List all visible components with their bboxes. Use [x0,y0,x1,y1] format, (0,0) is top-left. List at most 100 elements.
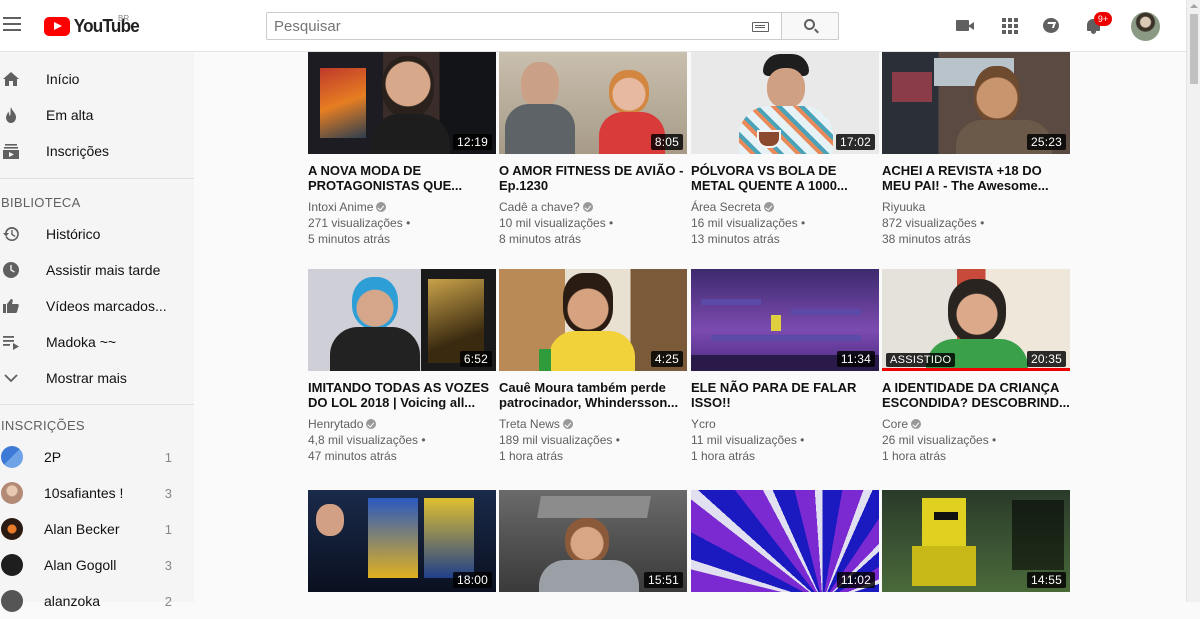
thumbnail-face [521,62,559,108]
video-thumbnail[interactable]: 4:25 [499,269,687,371]
scrollbar-thumb[interactable] [1190,14,1198,84]
verified-check-icon [911,419,922,429]
video-channel[interactable]: Riyuuka [882,199,1070,215]
sidebar-item-subscriptions[interactable]: Inscrições [0,133,194,169]
sidebar-item-home[interactable]: Início [0,61,194,97]
video-views: 26 mil visualizações • [882,433,997,447]
page-scrollbar[interactable] [1186,0,1200,602]
video-thumbnail[interactable]: 15:51 [499,490,687,592]
video-card[interactable]: 8:05 O AMOR FITNESS DE AVIÃO - Ep.1230 Ca… [499,52,687,247]
video-card[interactable]: 17:02 PÓLVORA VS BOLA DE METAL QUENTE A 1… [691,52,879,247]
video-thumbnail[interactable]: 6:52 [308,269,496,371]
video-thumbnail[interactable]: 25:23 [882,52,1070,154]
share-messages-icon[interactable] [1042,16,1062,36]
subscription-label: Alan Becker [44,521,120,537]
keyboard-icon[interactable] [752,22,769,32]
sidebar-item-trending[interactable]: Em alta [0,97,194,133]
create-video-icon[interactable] [955,16,975,36]
subscription-new-count: 2 [164,593,172,609]
sidebar-divider [0,178,194,179]
channel-avatar [1,590,23,612]
playlist-icon [3,336,19,350]
video-card[interactable]: ASSISTIDO 20:35 A IDENTIDADE DA CRIANÇA E… [882,269,1070,464]
thumbnail-face [565,518,609,564]
sidebar-item-playlist-madoka[interactable]: Madoka ~~ [0,324,194,360]
subscription-new-count: 1 [164,449,172,465]
video-title[interactable]: PÓLVORA VS BOLA DE METAL QUENTE A 1000... [691,163,879,193]
sidebar-item-label: Vídeos marcados... [46,298,167,314]
watched-badge: ASSISTIDO [886,353,956,367]
video-title[interactable]: ELE NÃO PARA DE FALAR ISSO!! [691,380,879,410]
subscriptions-section-title: INSCRIÇÕES [1,418,85,433]
subscription-item[interactable]: Alan Gogoll 3 [0,547,194,583]
video-channel[interactable]: Ycro [691,416,879,432]
video-title[interactable]: A IDENTIDADE DA CRIANÇA ESCONDIDA? DESCOB… [882,380,1070,410]
video-card[interactable]: 11:34 ELE NÃO PARA DE FALAR ISSO!! Ycro 1… [691,269,879,464]
video-title[interactable]: Cauê Moura também perde patrocinador, Whi… [499,380,687,410]
sidebar-item-liked-videos[interactable]: Vídeos marcados... [0,288,194,324]
video-channel[interactable]: Henrytado [308,416,496,432]
history-icon [3,226,19,241]
subscription-item[interactable]: 10safiantes ! 3 [0,475,194,511]
video-thumbnail[interactable]: 8:05 [499,52,687,154]
video-title[interactable]: O AMOR FITNESS DE AVIÃO - Ep.1230 [499,163,687,193]
video-channel[interactable]: Intoxi Anime [308,199,496,215]
subscription-label: Alan Gogoll [44,557,117,573]
video-card[interactable]: 18:00 [308,490,496,592]
video-age: 1 hora atrás [691,449,756,463]
video-thumbnail[interactable]: ASSISTIDO 20:35 [882,269,1070,371]
video-channel[interactable]: Cadê a chave? [499,199,687,215]
video-card[interactable]: 14:55 [882,490,1070,592]
sidebar-item-label: Em alta [46,107,94,123]
video-channel[interactable]: Área Secreta [691,199,879,215]
video-age: 5 minutos atrás [308,232,391,246]
video-card[interactable]: 15:51 [499,490,687,592]
video-card[interactable]: 4:25 Cauê Moura também perde patrocinador… [499,269,687,464]
video-card[interactable]: 6:52 IMITANDO TODAS AS VOZES DO LOL 2018 … [308,269,496,464]
sidebar-item-label: Inscrições [46,143,110,159]
subscription-new-count: 3 [164,485,172,501]
channel-avatar [1,482,23,504]
video-title[interactable]: IMITANDO TODAS AS VOZES DO LOL 2018 | Voi… [308,380,496,410]
thumbnail-body [739,106,833,154]
subscription-new-count: 3 [164,557,172,573]
thumbnail-body [370,114,450,154]
scroll-up-arrow-icon[interactable] [1190,4,1198,8]
video-duration: 14:55 [1026,572,1066,588]
sidebar-item-show-more[interactable]: Mostrar mais [0,360,194,396]
sidebar-item-history[interactable]: Histórico [0,216,194,252]
search-button[interactable] [781,12,839,40]
thumbnail-art [368,498,418,578]
video-age: 8 minutos atrás [499,232,582,246]
video-thumbnail[interactable]: 17:02 [691,52,879,154]
subscription-item[interactable]: Alan Becker 1 [0,511,194,547]
video-channel[interactable]: Treta News [499,416,687,432]
hamburger-menu-icon[interactable] [3,17,21,31]
video-card[interactable]: 12:19 A NOVA MODA DE PROTAGONISTAS QUE...… [308,52,496,247]
video-duration: 20:35 [1026,351,1066,367]
sidebar-item-watch-later[interactable]: Assistir mais tarde [0,252,194,288]
video-thumbnail[interactable]: 18:00 [308,490,496,592]
thumbnail-face [382,56,434,118]
video-title[interactable]: A NOVA MODA DE PROTAGONISTAS QUE... [308,163,496,193]
thumbnail-face [316,504,344,536]
thumbnail-art [537,496,651,518]
subscriptions-icon [3,144,19,159]
account-avatar[interactable] [1131,12,1160,41]
subscription-item[interactable]: alanzoka 2 [0,583,194,619]
video-card[interactable]: 25:23 ACHEI A REVISTA +18 DO MEU PAI! - T… [882,52,1070,247]
video-thumbnail[interactable]: 11:34 [691,269,879,371]
video-thumbnail[interactable]: 12:19 [308,52,496,154]
verified-check-icon [764,202,775,212]
sidebar-item-label: Início [46,71,80,87]
video-duration: 25:23 [1026,134,1066,150]
video-thumbnail[interactable]: 14:55 [882,490,1070,592]
video-channel[interactable]: Core [882,416,1070,432]
video-thumbnail[interactable]: 11:02 [691,490,879,592]
subscription-item[interactable]: 2P 1 [0,439,194,475]
search-input[interactable] [267,13,737,39]
video-title[interactable]: ACHEI A REVISTA +18 DO MEU PAI! - The Awe… [882,163,1070,193]
video-card[interactable]: 11:02 [691,490,879,592]
apps-grid-icon[interactable] [1000,16,1020,36]
verified-check-icon [376,202,387,212]
